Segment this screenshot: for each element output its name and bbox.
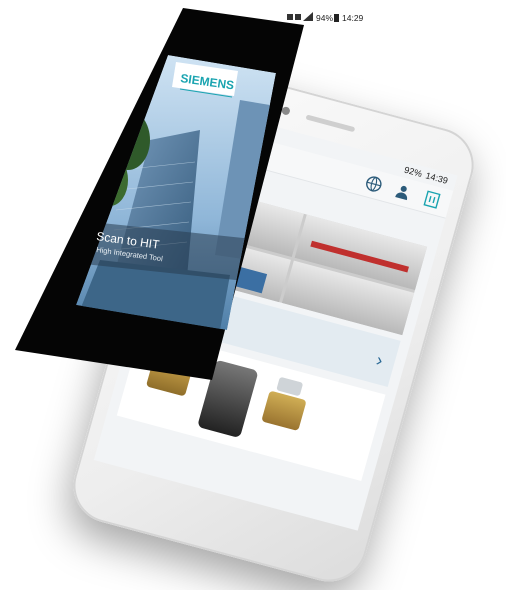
- signal-icon: [303, 12, 313, 21]
- status-time: 14:29: [342, 13, 364, 23]
- front-status-bar: 94% 14:29: [287, 12, 364, 23]
- notification-icon: [287, 14, 293, 20]
- battery-icon: [334, 14, 339, 22]
- front-phone: SIEMENS Scan to HIT High Integrated Tool…: [15, 8, 364, 380]
- nfc-icon: [295, 14, 301, 20]
- battery-level: 94%: [316, 13, 333, 23]
